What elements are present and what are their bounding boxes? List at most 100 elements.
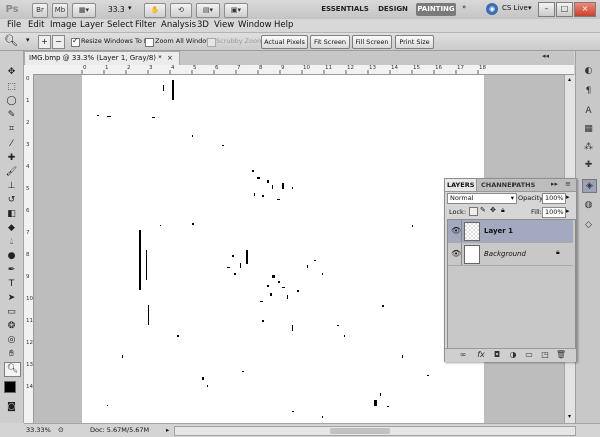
scrubby-zoom-checkbox[interactable] bbox=[207, 38, 216, 47]
menu-window[interactable]: Window bbox=[238, 20, 272, 31]
layer-mask-icon[interactable]: ◘ bbox=[491, 349, 503, 361]
move-tool-icon[interactable]: ✥ bbox=[4, 66, 19, 79]
zoom-out-button[interactable]: − bbox=[52, 35, 65, 49]
actual-pixels-button[interactable]: Actual Pixels bbox=[261, 35, 308, 49]
tab-channels[interactable]: CHANNELS bbox=[479, 179, 513, 191]
workspace-design[interactable]: DESIGN bbox=[376, 3, 410, 16]
quick-mask-icon[interactable]: ◙ bbox=[4, 401, 19, 414]
maximize-button[interactable]: □ bbox=[556, 2, 573, 17]
resize-windows-checkbox[interactable] bbox=[71, 36, 80, 47]
shape-tool-icon[interactable]: ▭ bbox=[4, 306, 19, 319]
close-document-button[interactable]: × bbox=[167, 54, 173, 62]
paths-icon[interactable]: ◇ bbox=[582, 219, 595, 231]
lock-all-icon[interactable]: 🔒︎ bbox=[501, 206, 505, 215]
workspace-essentials[interactable]: ESSENTIALS bbox=[320, 3, 370, 16]
scroll-up-icon[interactable]: ▴ bbox=[566, 76, 573, 83]
scroll-down-icon[interactable]: ▾ bbox=[566, 413, 573, 420]
lock-image-pixels-icon[interactable]: ✎ bbox=[480, 206, 486, 214]
navigator-icon[interactable]: ◐ bbox=[582, 65, 595, 77]
menu-edit[interactable]: Edit bbox=[28, 20, 44, 31]
eraser-tool-icon[interactable]: ◧ bbox=[4, 208, 19, 221]
menu-3d[interactable]: 3D bbox=[197, 20, 209, 31]
lock-transparent-pixels-icon[interactable] bbox=[469, 207, 478, 216]
new-layer-icon[interactable]: ◳ bbox=[539, 349, 551, 361]
menu-image[interactable]: Image bbox=[50, 20, 77, 31]
image-canvas[interactable] bbox=[82, 75, 484, 423]
opacity-input[interactable]: 100% bbox=[542, 193, 566, 204]
zoom-level[interactable]: 33.3 bbox=[108, 4, 125, 15]
menu-filter[interactable]: Filter bbox=[135, 20, 156, 31]
zoom-in-button[interactable]: + bbox=[38, 35, 51, 49]
status-menu-arrow-icon[interactable]: ▸ bbox=[166, 424, 169, 437]
fit-screen-button[interactable]: Fit Screen bbox=[310, 35, 350, 49]
trash-icon[interactable]: 🗑︎ bbox=[555, 349, 567, 361]
tab-layers[interactable]: LAYERS bbox=[445, 179, 478, 191]
zoom-all-windows-checkbox[interactable] bbox=[145, 38, 154, 47]
collapse-icon[interactable]: ▸▸ bbox=[551, 180, 558, 188]
blur-tool-icon[interactable]: 💧︎ bbox=[4, 236, 19, 249]
swatches-icon[interactable]: ▦ bbox=[582, 123, 595, 135]
link-layers-icon[interactable]: ∞ bbox=[457, 349, 469, 361]
menu-select[interactable]: Select bbox=[107, 20, 133, 31]
history-brush-icon[interactable]: ↺ bbox=[4, 194, 19, 207]
panel-collapse-arrows-icon[interactable]: ◂◂ bbox=[542, 52, 549, 60]
eye-icon[interactable]: 👁︎ bbox=[451, 249, 461, 258]
arrange-documents-button[interactable]: ▤▾ bbox=[196, 3, 220, 18]
hand-tool-icon[interactable]: ✋︎ bbox=[4, 348, 19, 361]
3d-orbit-icon[interactable]: ◎ bbox=[4, 334, 19, 347]
channels-icon[interactable]: ◍ bbox=[582, 199, 595, 211]
eye-icon[interactable]: 👁︎ bbox=[451, 226, 461, 235]
menu-view[interactable]: View bbox=[214, 20, 234, 31]
new-group-icon[interactable]: ▭ bbox=[523, 349, 535, 361]
layers-icon[interactable]: ◈ bbox=[582, 179, 597, 193]
mini-bridge-button[interactable]: Mb bbox=[52, 3, 68, 18]
zoom-tool-icon[interactable]: 🔍︎ bbox=[4, 362, 21, 377]
horizontal-ruler[interactable]: 0 1 2 3 4 5 6 7 8 9 10 11 12 13 14 15 16… bbox=[24, 65, 574, 75]
menu-analysis[interactable]: Analysis bbox=[161, 20, 196, 31]
vertical-ruler[interactable]: 0 1 2 3 4 5 6 7 8 9 10 11 12 13 14 bbox=[24, 74, 34, 423]
type-tool-icon[interactable]: T bbox=[4, 278, 19, 291]
marquee-tool-icon[interactable]: ⬚ bbox=[4, 81, 19, 94]
panel-menu-icon[interactable]: ≡ bbox=[565, 180, 571, 188]
hand-tool-button[interactable]: ✋ bbox=[144, 3, 166, 18]
horizontal-scroll-thumb[interactable] bbox=[330, 428, 390, 434]
menu-file[interactable]: File bbox=[7, 20, 21, 31]
healing-brush-icon[interactable]: ✚ bbox=[4, 152, 19, 165]
layer-name[interactable]: Layer 1 bbox=[484, 227, 513, 235]
cs-live-button[interactable]: CS Live bbox=[502, 4, 528, 12]
menu-layer[interactable]: Layer bbox=[80, 20, 104, 31]
paragraph-icon[interactable]: ¶ bbox=[582, 85, 595, 97]
close-window-button[interactable]: × bbox=[574, 2, 596, 17]
pen-tool-icon[interactable]: ✒︎ bbox=[4, 264, 19, 277]
workspace-painting[interactable]: PAINTING bbox=[416, 3, 456, 16]
blend-mode-select[interactable]: Normal ▾ bbox=[447, 193, 517, 204]
eyedropper-tool-icon[interactable]: ⁄ bbox=[4, 138, 19, 151]
quick-selection-icon[interactable]: ✎ bbox=[4, 109, 19, 122]
fill-slider-arrow-icon[interactable]: ▸ bbox=[566, 207, 570, 215]
layer-style-icon[interactable]: fx bbox=[475, 349, 487, 361]
lasso-tool-icon[interactable]: ◯ bbox=[4, 95, 19, 108]
bridge-button[interactable]: Br bbox=[32, 3, 48, 18]
status-icon[interactable]: ⊙ bbox=[58, 424, 64, 437]
screen-mode-button[interactable]: ▣▾ bbox=[224, 3, 248, 18]
character-icon[interactable]: A bbox=[582, 105, 595, 117]
dodge-tool-icon[interactable]: ● bbox=[4, 250, 19, 263]
brush-tool-icon[interactable]: 🖌︎ bbox=[4, 166, 19, 179]
zoom-tool-icon[interactable]: 🔍︎ bbox=[4, 34, 18, 48]
3d-rotate-icon[interactable]: ❂ bbox=[4, 320, 19, 333]
menu-help[interactable]: Help bbox=[274, 20, 293, 31]
horizontal-scrollbar[interactable] bbox=[174, 426, 576, 436]
chevron-down-icon[interactable]: ▾ bbox=[26, 36, 30, 44]
tab-paths[interactable]: PATHS bbox=[510, 179, 537, 191]
print-size-button[interactable]: Print Size bbox=[395, 35, 434, 49]
view-extras-button[interactable]: ▦▾ bbox=[72, 3, 96, 18]
lock-position-icon[interactable]: ✥ bbox=[490, 206, 496, 214]
clone-stamp-icon[interactable]: ⊥ bbox=[4, 180, 19, 193]
status-zoom[interactable]: 33.33% bbox=[26, 424, 51, 437]
clone-source-icon[interactable]: ✚ bbox=[582, 159, 595, 171]
chevron-down-icon[interactable]: ▾ bbox=[528, 4, 532, 12]
minimize-button[interactable]: – bbox=[538, 2, 555, 17]
fill-screen-button[interactable]: Fill Screen bbox=[352, 35, 392, 49]
layer-row[interactable]: 👁︎ Layer 1 bbox=[448, 220, 573, 243]
rotate-view-button[interactable]: ⟲ bbox=[170, 3, 192, 18]
